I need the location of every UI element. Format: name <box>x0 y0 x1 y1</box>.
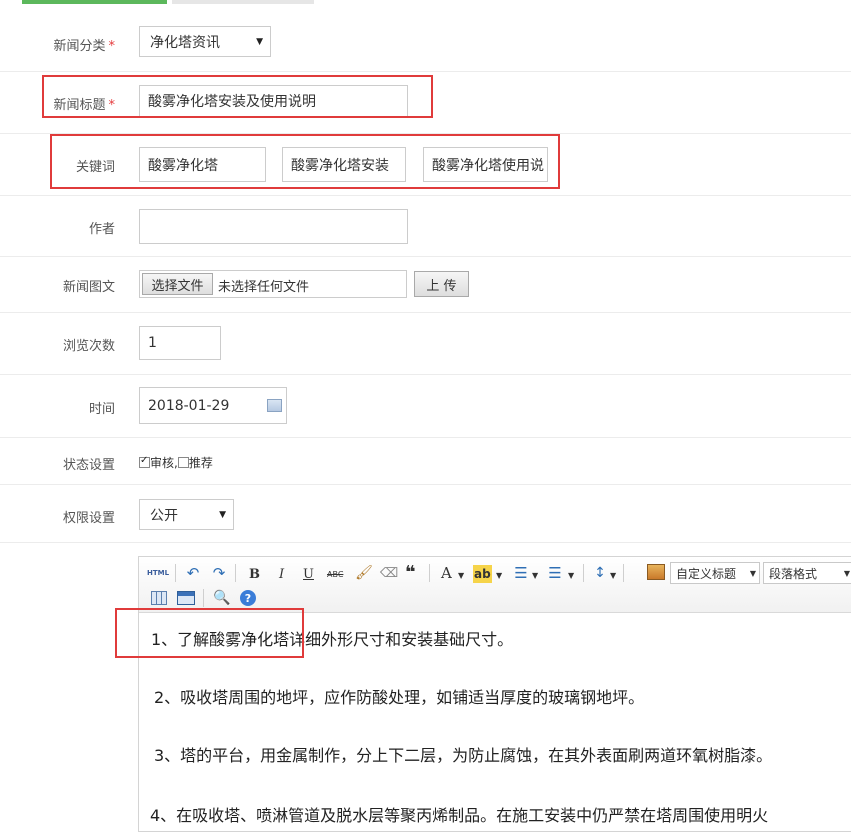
underline-icon[interactable]: U <box>303 565 314 583</box>
chevron-down-icon[interactable]: ▼ <box>458 566 464 584</box>
chevron-down-icon[interactable]: ▼ <box>532 566 538 584</box>
category-select[interactable]: 净化塔资讯 ▼ <box>139 26 271 57</box>
file-input[interactable]: 选择文件 未选择任何文件 <box>139 270 407 298</box>
recommend-label: 推荐 <box>188 456 213 470</box>
font-color-icon[interactable]: A <box>441 564 452 582</box>
paragraph-1: 1、了解酸雾净化塔详细外形尺寸和安装基础尺寸。 <box>151 630 514 649</box>
unordered-list-icon[interactable]: ☰ <box>546 564 564 582</box>
review-label: 审核 <box>150 456 175 470</box>
strikethrough-icon[interactable]: ABC <box>327 565 343 583</box>
review-checkbox[interactable] <box>139 455 150 468</box>
help-icon[interactable]: ? <box>240 590 256 606</box>
editor-toolbar: HTML ↶ ↷ B I U ABC 🖌 ⌫ ❝ A ▼ ab ▼ ☰ ▼ ☰ … <box>139 557 851 613</box>
tab-inactive[interactable] <box>172 0 314 4</box>
author-label: 作者 <box>88 222 115 237</box>
row-category: 新闻分类 * 净化塔资讯 ▼ <box>0 6 851 72</box>
format-painter-icon[interactable]: 🖌 <box>355 564 373 582</box>
keyword-input-3[interactable]: 酸雾净化塔使用说 <box>423 147 548 182</box>
table-icon[interactable] <box>151 591 167 605</box>
row-title: 新闻标题 * 酸雾净化塔安装及使用说明 <box>0 72 851 134</box>
chevron-down-icon[interactable]: ▼ <box>496 566 502 584</box>
row-author: 作者 <box>0 196 851 257</box>
ordered-list-icon[interactable]: ☰ <box>512 564 530 582</box>
html-source-icon[interactable]: HTML <box>147 564 169 582</box>
category-value: 净化塔资讯 <box>150 34 220 51</box>
chevron-down-icon[interactable]: ▼ <box>610 566 616 584</box>
row-status: 状态设置 审核,推荐 <box>0 438 851 485</box>
row-views: 浏览次数 1 <box>0 313 851 375</box>
views-label: 浏览次数 <box>62 339 115 354</box>
paragraph-2: 2、吸收塔周围的地坪，应作防酸处理，如铺适当厚度的玻璃钢地坪。 <box>154 688 645 707</box>
chevron-down-icon: ▼ <box>219 509 226 520</box>
insert-image-icon[interactable] <box>647 564 665 580</box>
highlight-icon[interactable]: ab <box>473 565 492 583</box>
eraser-icon[interactable]: ⌫ <box>380 564 398 582</box>
views-input[interactable]: 1 <box>139 326 221 360</box>
status-label: 状态设置 <box>62 458 115 473</box>
category-label: 新闻分类 * <box>53 39 115 54</box>
date-input[interactable]: 2018-01-29 <box>139 387 287 424</box>
paragraph-3: 3、塔的平台，用金属制作，分上下二层，为防止腐蚀，在其外表面刷两道环氧树脂漆。 <box>154 746 773 765</box>
paragraph-format-select[interactable]: 段落格式 ▼ <box>763 562 851 584</box>
keywords-label: 关键词 <box>75 160 115 175</box>
insert-frame-icon[interactable] <box>177 591 195 605</box>
choose-file-button[interactable]: 选择文件 <box>142 273 213 295</box>
row-permission: 权限设置 公开 ▼ <box>0 485 851 543</box>
custom-heading-select[interactable]: 自定义标题 ▼ <box>670 562 760 584</box>
row-image: 新闻图文 选择文件 未选择任何文件 上 传 <box>0 257 851 313</box>
permission-label: 权限设置 <box>62 511 115 526</box>
keyword-input-1[interactable]: 酸雾净化塔 <box>139 147 266 182</box>
status-options: 审核,推荐 <box>139 454 213 471</box>
recommend-checkbox[interactable] <box>177 457 189 468</box>
permission-value: 公开 <box>150 507 178 524</box>
blockquote-icon[interactable]: ❝ <box>405 562 416 583</box>
title-label: 新闻标题 * <box>53 98 115 113</box>
line-height-icon[interactable]: ↕ <box>592 564 608 582</box>
calendar-icon[interactable] <box>267 399 282 412</box>
bold-icon[interactable]: B <box>249 565 260 583</box>
row-keywords: 关键词 酸雾净化塔 酸雾净化塔安装 酸雾净化塔使用说 <box>0 134 851 196</box>
tab-active[interactable] <box>22 0 167 4</box>
chevron-down-icon: ▼ <box>256 36 263 47</box>
no-file-text: 未选择任何文件 <box>218 280 310 295</box>
permission-select[interactable]: 公开 ▼ <box>139 499 234 530</box>
author-input[interactable] <box>139 209 408 244</box>
title-input[interactable]: 酸雾净化塔安装及使用说明 <box>139 85 408 117</box>
undo-icon[interactable]: ↶ <box>185 564 201 582</box>
row-time: 时间 2018-01-29 <box>0 375 851 438</box>
redo-icon[interactable]: ↷ <box>211 564 227 582</box>
paragraph-4: 4、在吸收塔、喷淋管道及脱水层等聚丙烯制品。在施工安装中仍严禁在塔周围使用明火 <box>150 806 769 825</box>
search-replace-icon[interactable]: 🔍 <box>213 589 231 607</box>
upload-button[interactable]: 上 传 <box>414 271 469 297</box>
image-label: 新闻图文 <box>62 280 115 295</box>
time-label: 时间 <box>88 402 115 417</box>
keyword-input-2[interactable]: 酸雾净化塔安装 <box>282 147 406 182</box>
italic-icon[interactable]: I <box>279 565 284 583</box>
chevron-down-icon[interactable]: ▼ <box>568 566 574 584</box>
rich-text-editor: HTML ↶ ↷ B I U ABC 🖌 ⌫ ❝ A ▼ ab ▼ ☰ ▼ ☰ … <box>138 556 851 832</box>
